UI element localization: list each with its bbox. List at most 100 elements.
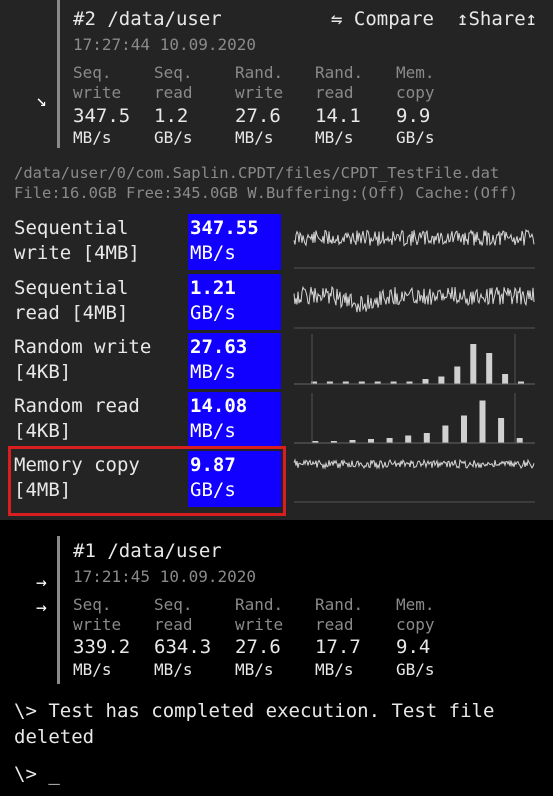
sparkline-path [293,228,535,247]
run2-metric-value: 347.5 [73,105,131,127]
histogram-bar [470,344,477,384]
result-value-box: 347.55 MB/s [188,214,281,270]
result-label-line2: [4KB] [14,361,72,383]
result-value-box: 14.08 MB/s [188,392,281,448]
run1-metric-value: 634.3 [154,636,212,658]
result-value-box: 27.63 MB/s [188,333,281,389]
histogram-bar [502,374,509,384]
result-label: Sequential read [4MB] [14,276,128,326]
run1-metric-h1: Rand. [235,595,284,614]
histogram-bar [498,418,505,443]
result-unit: MB/s [190,420,236,442]
run2-metric-unit: GB/s [396,128,435,147]
result-value: 14.08 [190,395,248,417]
run2-title[interactable]: #2 /data/user [73,8,222,30]
histogram-bar [386,438,393,443]
run1-metric-h2: write [235,615,284,634]
histogram-bar [479,400,486,443]
histogram-bar [461,415,467,443]
run2-metric-h1: Seq. [73,63,112,82]
run1-compare-arrow-icon[interactable]: → [36,572,47,593]
result-value: 347.55 [190,217,259,239]
file-details: File:16.0GB Free:345.0GB W.Buffering:(Of… [14,184,518,202]
run2-metric-h2: write [235,83,284,102]
run2-metric-value: 27.6 [235,105,281,127]
file-path: /data/user/0/com.Saplin.CPDT/files/CPDT_… [14,164,500,182]
result-label: Random read [4KB] [14,394,140,444]
result-label-line1: Random write [14,336,152,358]
run2-metric-h2: read [315,83,354,102]
run1-metric-h1: Rand. [315,595,364,614]
run1-metric-value: 9.4 [396,636,431,658]
result-unit: GB/s [190,302,236,324]
histogram-bar [405,435,412,443]
result-unit: MB/s [190,242,236,264]
run2-metric-h2: write [73,83,122,102]
histogram-bar [422,379,429,384]
run1-title[interactable]: #1 /data/user [73,540,222,562]
run2-metric-h1: Seq. [154,63,193,82]
result-label: Random write [4KB] [14,335,151,385]
run1-metric-h2: read [315,615,354,634]
console-prompt[interactable]: \> _ [14,763,60,785]
run1-metric-h1: Mem. [396,595,435,614]
histogram-bar [368,439,374,443]
highlight-box [8,446,286,516]
run2-metric-value: 9.9 [396,105,431,127]
histogram-bar [516,438,523,443]
sparkline-path [293,285,535,313]
run2-metric-h1: Mem. [396,63,435,82]
result-value: 27.63 [190,336,248,358]
run2-indicator-bar [57,0,60,148]
histogram-bar [486,353,493,384]
run2-metric-unit: MB/s [235,128,274,147]
histogram-bar [423,433,430,443]
run1-compare-arrow-icon[interactable]: → [36,597,47,618]
result-label: Sequential write [4MB] [14,216,140,266]
run2-metric-unit: GB/s [154,128,193,147]
result-unit: MB/s [190,361,236,383]
run1-metric-unit: MB/s [154,660,193,679]
result-label-line1: Random read [14,395,140,417]
seq-read-sparkline [293,285,535,329]
run2-metric-h1: Rand. [235,63,284,82]
sparkline-path [293,458,535,470]
rand-write-histogram [294,334,535,385]
result-label-line2: read [4MB] [14,302,129,324]
mem-copy-sparkline [293,458,535,503]
run1-metric-h2: read [154,615,193,634]
rand-read-histogram [294,393,535,444]
run2-metric-value: 14.1 [315,105,361,127]
share-button[interactable]: ↥Share↥ [457,8,537,30]
result-label-line1: Sequential [14,217,129,239]
histogram-bar [454,366,461,384]
result-label-line2: [4KB] [14,420,72,442]
histogram-bar [438,376,445,384]
result-label-line2: write [4MB] [14,242,140,264]
run1-metric-h1: Seq. [73,595,112,614]
run1-metric-unit: MB/s [73,660,112,679]
run1-metric-h1: Seq. [154,595,193,614]
run1-metric-value: 339.2 [73,636,131,658]
run1-metric-unit: GB/s [396,660,435,679]
console-line: deleted [14,726,95,748]
run2-expand-icon[interactable]: ↘ [36,90,47,111]
run2-metric-h2: copy [396,83,435,102]
result-label-line1: Sequential [14,277,129,299]
run1-metric-h2: write [73,615,122,634]
run2-timestamp: 17:27:44 10.09.2020 [73,35,257,54]
run1-metric-unit: MB/s [315,660,354,679]
compare-button[interactable]: ⇋ Compare [331,8,434,30]
run1-metric-value: 27.6 [235,636,281,658]
run2-metric-h2: read [154,83,193,102]
run1-metric-h2: copy [396,615,435,634]
run1-metric-value: 17.7 [315,636,361,658]
run1-timestamp: 17:21:45 10.09.2020 [73,567,257,586]
run2-metric-unit: MB/s [315,128,354,147]
run1-metric-unit: MB/s [235,660,274,679]
histogram-bar [442,425,449,443]
result-value: 1.21 [190,277,236,299]
run2-metric-value: 1.2 [154,105,189,127]
result-value-box: 1.21 GB/s [188,274,281,330]
run2-metric-h1: Rand. [315,63,364,82]
